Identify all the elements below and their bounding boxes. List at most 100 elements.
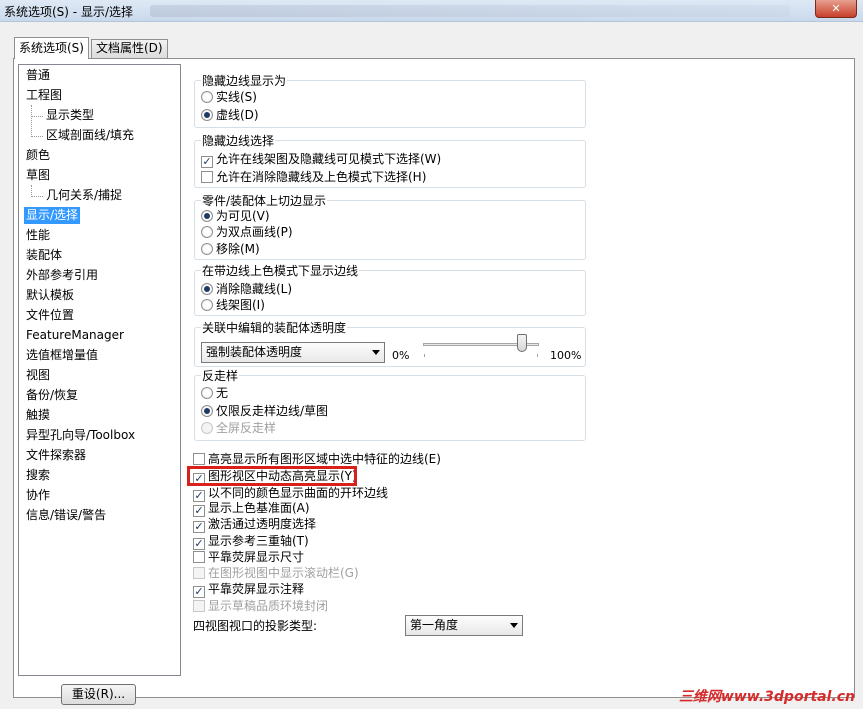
radio-tangent-phantom[interactable]: 为双点画线(P) xyxy=(201,224,293,240)
radio-label: 无 xyxy=(216,386,229,400)
projection-type-label: 四视图视口的投影类型: xyxy=(193,619,318,633)
tree-item-external-references[interactable]: 外部参考引用 xyxy=(24,267,100,284)
checkbox-select-wireframe-hlv[interactable]: ✓ 允许在线架图及隐藏线可见模式下选择(W) xyxy=(201,151,442,168)
group-title-hidden-edge-select: 隐藏边线选择 xyxy=(201,132,276,149)
checkbox-reference-triad[interactable]: ✓ 显示参考三重轴(T) xyxy=(193,533,309,550)
transparency-mode-select[interactable]: 强制装配体透明度 xyxy=(201,342,385,363)
radio-label: 虚线(D) xyxy=(216,108,259,122)
options-tree: 普通 工程图 显示类型 区域剖面线/填充 颜色 草图 几何关系/捕捉 显示/选择… xyxy=(18,64,181,676)
watermark-text: 三维网www.3dportal.cn xyxy=(678,689,855,705)
group-title-tangent-edges: 零件/装配体上切边显示 xyxy=(201,192,328,209)
tree-item-drawings[interactable]: 工程图 xyxy=(24,87,64,104)
checkbox-select-through-transparency[interactable]: ✓ 激活通过透明度选择 xyxy=(193,516,316,533)
radio-label: 全屏反走样 xyxy=(216,421,277,435)
radio-aa-fullscreen: 全屏反走样 xyxy=(201,420,276,436)
tree-item-touch[interactable]: 触摸 xyxy=(24,407,52,424)
checkbox-label: 显示参考三重轴(T) xyxy=(208,534,309,548)
slider-max-label: 100% xyxy=(550,349,582,362)
radio-dashed[interactable]: 虚线(D) xyxy=(201,107,259,123)
radio-aa-edges-sketches[interactable]: 仅限反走样边线/草图 xyxy=(201,403,328,419)
tab-document-properties[interactable]: 文档属性(D) xyxy=(91,39,168,58)
radio-indicator xyxy=(201,226,213,238)
tab-system-options[interactable]: 系统选项(S) xyxy=(14,37,89,59)
select-value: 第一角度 xyxy=(410,618,459,632)
radio-hidden-lines-removed[interactable]: 消除隐藏线(L) xyxy=(201,281,292,297)
tree-item-search[interactable]: 搜索 xyxy=(24,467,52,484)
tree-item-sketch[interactable]: 草图 xyxy=(24,167,52,184)
checkbox-indicator: ✓ xyxy=(201,155,213,168)
radio-tangent-visible[interactable]: 为可见(V) xyxy=(201,208,270,224)
checkbox-indicator xyxy=(193,600,205,612)
chevron-down-icon xyxy=(510,623,518,628)
slider-tick xyxy=(537,354,538,357)
radio-tangent-removed[interactable]: 移除(M) xyxy=(201,241,260,257)
tree-connector xyxy=(31,196,43,197)
group-title-antialiasing: 反走样 xyxy=(201,367,240,384)
checkbox-shaded-planes[interactable]: ✓ 显示上色基准面(A) xyxy=(193,500,310,517)
tree-item-default-templates[interactable]: 默认模板 xyxy=(24,287,76,304)
radio-label: 线架图(I) xyxy=(216,298,265,312)
checkbox-label: 在图形视图中显示滚动栏(G) xyxy=(208,566,359,580)
tree-item-spin-box-increments[interactable]: 选值框增量值 xyxy=(24,347,100,364)
tree-item-collaboration[interactable]: 协作 xyxy=(24,487,52,504)
checkbox-label: 平靠荧屏显示注释 xyxy=(208,582,305,596)
checkbox-indicator xyxy=(193,551,205,563)
radio-indicator xyxy=(201,91,213,103)
radio-indicator xyxy=(201,299,213,311)
radio-wireframe[interactable]: 线架图(I) xyxy=(201,297,265,313)
radio-indicator xyxy=(201,387,213,399)
radio-label: 为可见(V) xyxy=(216,209,270,223)
radio-label: 实线(S) xyxy=(216,90,257,104)
title-bar: 系统选项(S) - 显示/选择 ✕ xyxy=(0,0,863,22)
tree-item-file-explorer[interactable]: 文件探索器 xyxy=(24,447,88,464)
transparency-slider-thumb[interactable] xyxy=(517,334,527,352)
checkbox-open-edges-color[interactable]: ✓ 以不同的颜色显示曲面的开环边线 xyxy=(193,485,388,502)
tree-item-performance[interactable]: 性能 xyxy=(24,227,52,244)
checkbox-label: 允许在消除隐藏线及上色模式下选择(H) xyxy=(216,170,427,184)
checkbox-indicator xyxy=(201,171,213,183)
tree-item-file-locations[interactable]: 文件位置 xyxy=(24,307,76,324)
radio-label: 仅限反走样边线/草图 xyxy=(216,404,329,418)
tree-item-display-selection[interactable]: 显示/选择 xyxy=(24,207,81,224)
slider-tick xyxy=(424,354,425,357)
radio-aa-none[interactable]: 无 xyxy=(201,385,228,401)
radio-indicator xyxy=(201,109,213,121)
checkbox-dimensions-flat-to-screen[interactable]: 平靠荧屏显示尺寸 xyxy=(193,549,304,565)
tree-item-assemblies[interactable]: 装配体 xyxy=(24,247,64,264)
tree-connector xyxy=(31,105,32,137)
radio-label: 移除(M) xyxy=(216,242,260,256)
checkbox-indicator: ✓ xyxy=(193,520,205,533)
tree-item-area-hatch[interactable]: 区域剖面线/填充 xyxy=(44,127,136,144)
tree-item-display-style[interactable]: 显示类型 xyxy=(44,107,96,124)
checkbox-label: 显示上色基准面(A) xyxy=(208,501,310,515)
tree-item-relations-snaps[interactable]: 几何关系/捕捉 xyxy=(44,187,124,204)
slider-min-label: 0% xyxy=(392,349,410,362)
tree-item-messages-errors-warnings[interactable]: 信息/错误/警告 xyxy=(24,507,108,524)
tree-item-colors[interactable]: 颜色 xyxy=(24,147,52,164)
tree-connector xyxy=(31,116,43,117)
close-button[interactable]: ✕ xyxy=(815,0,857,18)
checkbox-label: 允许在线架图及隐藏线可见模式下选择(W) xyxy=(216,152,442,166)
select-value: 强制装配体透明度 xyxy=(206,345,303,359)
checkbox-highlight-all-edges[interactable]: 高亮显示所有图形区域中选中特征的边线(E) xyxy=(193,451,441,467)
group-title-assembly-transparency: 关联中编辑的装配体透明度 xyxy=(201,319,348,336)
annotation-highlight-box xyxy=(187,466,357,486)
checkbox-indicator: ✓ xyxy=(193,585,205,598)
radio-indicator xyxy=(201,210,213,222)
tree-item-hole-wizard-toolbox[interactable]: 异型孔向导/Toolbox xyxy=(24,427,137,444)
tree-item-backup-recover[interactable]: 备份/恢复 xyxy=(24,387,80,404)
tree-item-view[interactable]: 视图 xyxy=(24,367,52,384)
tree-item-general[interactable]: 普通 xyxy=(24,67,52,84)
projection-type-select[interactable]: 第一角度 xyxy=(405,615,523,636)
tree-item-featuremanager[interactable]: FeatureManager xyxy=(24,327,126,344)
tree-connector xyxy=(31,136,43,137)
reset-button[interactable]: 重设(R)... xyxy=(61,684,136,705)
checkbox-notes-flat-to-screen[interactable]: ✓ 平靠荧屏显示注释 xyxy=(193,581,305,598)
radio-label: 为双点画线(P) xyxy=(216,225,293,239)
radio-solid[interactable]: 实线(S) xyxy=(201,89,257,105)
window-title: 系统选项(S) - 显示/选择 xyxy=(4,5,133,19)
checkbox-select-hlr-shaded[interactable]: 允许在消除隐藏线及上色模式下选择(H) xyxy=(201,169,426,185)
radio-indicator xyxy=(201,283,213,295)
radio-indicator xyxy=(201,422,213,434)
group-title-hidden-edge-display: 隐藏边线显示为 xyxy=(201,72,288,89)
